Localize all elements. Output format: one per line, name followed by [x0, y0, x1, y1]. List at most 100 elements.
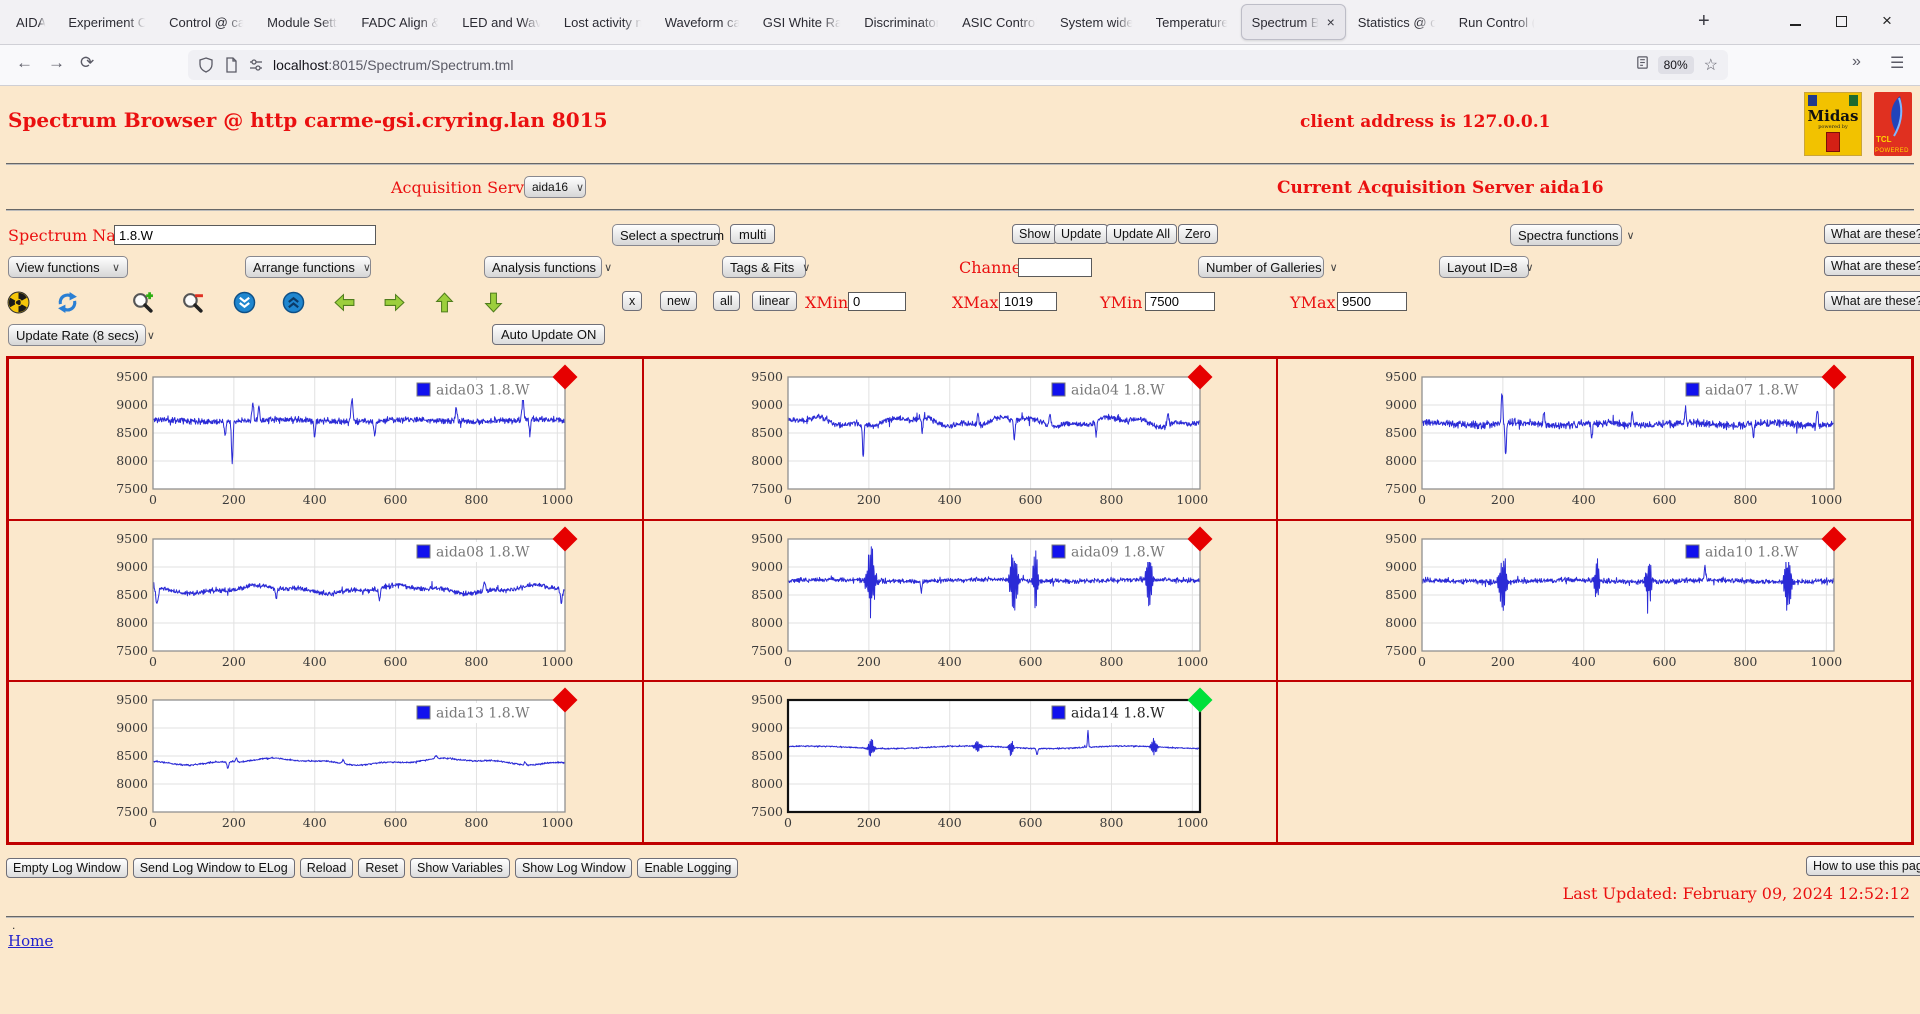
- radiation-icon[interactable]: [6, 290, 30, 314]
- pan-right-icon[interactable]: [382, 290, 406, 314]
- browser-tab[interactable]: Statistics @ c: [1348, 5, 1447, 39]
- what-are-these-button[interactable]: What are these?: [1824, 224, 1920, 244]
- number-of-galleries-dropdown[interactable]: Number of Galleries: [1198, 256, 1324, 278]
- back-button[interactable]: ←: [16, 53, 33, 73]
- reader-view-icon[interactable]: [1635, 55, 1650, 75]
- pan-down-icon[interactable]: [481, 290, 505, 314]
- browser-tab[interactable]: GSI White Ra: [753, 5, 852, 39]
- spectrum-cell[interactable]: 7500 8000 8500 9000 9500 0 200 400 600 800 1000 aid…: [642, 358, 1278, 520]
- window-minimize-button[interactable]: [1786, 12, 1804, 30]
- ymin-input[interactable]: [1145, 292, 1215, 311]
- xmin-input[interactable]: [848, 292, 906, 311]
- reload-button[interactable]: ⟳: [80, 53, 94, 73]
- spectrum-cell[interactable]: 7500 8000 8500 9000 9500 0 200 400 600 800 1000 aid…: [1277, 358, 1912, 520]
- select-spectrum-dropdown[interactable]: Select a spectrum: [612, 224, 724, 246]
- spectrum-cell[interactable]: 7500 8000 8500 9000 9500 0 200 400 600 800 1000 aid…: [1277, 519, 1912, 682]
- spectrum-plot-aida03[interactable]: 7500 8000 8500 9000 9500 0 200 400 600 800 1000 aid…: [113, 363, 593, 515]
- browser-tab[interactable]: AIDA: [6, 5, 56, 39]
- spectrum-plot-aida13[interactable]: 7500 8000 8500 9000 9500 0 200 400 600 800 1000 aid…: [113, 686, 593, 838]
- address-input[interactable]: localhost:8015/Spectrum/Spectrum.tml 80%…: [188, 50, 1728, 80]
- show-variables-button[interactable]: Show Variables: [410, 858, 510, 878]
- svg-text:8000: 8000: [751, 776, 783, 791]
- menu-hamburger-icon[interactable]: ☰: [1890, 53, 1904, 73]
- what-are-these-button[interactable]: What are these?: [1824, 256, 1920, 276]
- linear-button[interactable]: linear: [752, 291, 797, 311]
- browser-tab[interactable]: Spectrum B ×: [1240, 4, 1346, 40]
- shield-icon[interactable]: [198, 57, 214, 73]
- browser-tab[interactable]: LED and Wav: [452, 5, 552, 39]
- spectrum-plot-aida09[interactable]: 7500 8000 8500 9000 9500 0 200 400 600 800 1000 aid…: [748, 525, 1228, 677]
- zoom-out-icon[interactable]: [180, 290, 204, 314]
- spectrum-cell[interactable]: 7500 8000 8500 9000 9500 0 200 400 600 800 1000 aid…: [642, 519, 1278, 682]
- spectrum-plot-aida14[interactable]: 7500 8000 8500 9000 9500 0 200 400 600 800 1000 aid…: [748, 686, 1228, 838]
- zoom-in-icon[interactable]: [130, 290, 154, 314]
- spectra-functions-dropdown[interactable]: Spectra functions: [1510, 224, 1622, 246]
- overflow-chevrons-icon[interactable]: »: [1852, 53, 1861, 71]
- update-rate-dropdown[interactable]: Update Rate (8 secs): [8, 324, 146, 346]
- browser-tab[interactable]: System wide: [1050, 5, 1144, 39]
- collapse-y-icon[interactable]: [232, 290, 256, 314]
- acquisition-server-select[interactable]: aida16: [524, 176, 586, 198]
- browser-tab[interactable]: Temperature: [1146, 5, 1239, 39]
- tags-fits-dropdown[interactable]: Tags & Fits: [722, 256, 806, 278]
- how-to-use-button[interactable]: How to use this page: [1806, 856, 1920, 876]
- layout-id-dropdown[interactable]: Layout ID=8: [1439, 256, 1529, 278]
- window-maximize-button[interactable]: [1832, 12, 1850, 30]
- reset-button[interactable]: Reset: [358, 858, 405, 878]
- midas-shield-icon: [1808, 95, 1817, 106]
- expand-y-icon[interactable]: [281, 290, 305, 314]
- enable-logging-button[interactable]: Enable Logging: [637, 858, 739, 878]
- ymax-input[interactable]: [1337, 292, 1407, 311]
- x-axis-button[interactable]: x: [622, 291, 643, 311]
- bookmark-star-icon[interactable]: ☆: [1704, 55, 1718, 75]
- browser-tab[interactable]: Experiment C: [58, 5, 157, 39]
- spectrum-plot-aida07[interactable]: 7500 8000 8500 9000 9500 0 200 400 600 800 1000 aid…: [1382, 363, 1862, 515]
- zero-button[interactable]: Zero: [1178, 224, 1218, 244]
- new-button[interactable]: new: [660, 291, 697, 311]
- what-are-these-button[interactable]: What are these?: [1824, 291, 1920, 311]
- spectrum-plot-aida04[interactable]: 7500 8000 8500 9000 9500 0 200 400 600 800 1000 aid…: [748, 363, 1228, 515]
- window-close-button[interactable]: ×: [1878, 12, 1896, 30]
- zoom-level-chip[interactable]: 80%: [1657, 56, 1694, 74]
- pan-up-icon[interactable]: [432, 290, 456, 314]
- spectrum-cell[interactable]: 7500 8000 8500 9000 9500 0 200 400 600 800 1000 aid…: [642, 681, 1278, 843]
- update-button[interactable]: Update: [1054, 224, 1109, 244]
- all-button[interactable]: all: [713, 291, 740, 311]
- tab-close-icon[interactable]: ×: [1327, 15, 1335, 29]
- home-link[interactable]: Home: [8, 932, 53, 950]
- svg-text:9500: 9500: [751, 692, 783, 707]
- xmax-input[interactable]: [999, 292, 1057, 311]
- multi-button[interactable]: multi: [730, 224, 776, 244]
- page-info-icon[interactable]: [223, 57, 239, 73]
- channel-input[interactable]: [1018, 258, 1092, 277]
- send-log-window-to-elog-button[interactable]: Send Log Window to ELog: [132, 858, 295, 878]
- refresh-icon[interactable]: [55, 290, 79, 314]
- analysis-functions-dropdown[interactable]: Analysis functions: [484, 256, 602, 278]
- browser-tab[interactable]: Waveform ca: [655, 5, 751, 39]
- show-button[interactable]: Show: [1012, 224, 1058, 244]
- view-functions-dropdown[interactable]: View functions: [8, 256, 128, 278]
- empty-log-window-button[interactable]: Empty Log Window: [6, 858, 128, 878]
- permissions-icon[interactable]: [248, 57, 264, 73]
- spectrum-cell[interactable]: 7500 8000 8500 9000 9500 0 200 400 600 800 1000 aid…: [8, 519, 643, 682]
- browser-tab[interactable]: Run Control (: [1449, 5, 1546, 39]
- browser-tab[interactable]: Lost activity n: [554, 5, 653, 39]
- reload-button[interactable]: Reload: [299, 858, 354, 878]
- spectrum-plot-aida08[interactable]: 7500 8000 8500 9000 9500 0 200 400 600 800 1000 aid…: [113, 525, 593, 677]
- spectrum-plot-aida10[interactable]: 7500 8000 8500 9000 9500 0 200 400 600 800 1000 aid…: [1382, 525, 1862, 677]
- browser-tab[interactable]: Module Setti: [257, 5, 349, 39]
- pan-left-icon[interactable]: [332, 290, 356, 314]
- show-log-window-button[interactable]: Show Log Window: [514, 858, 633, 878]
- spectrum-cell[interactable]: 7500 8000 8500 9000 9500 0 200 400 600 800 1000 aid…: [8, 681, 643, 843]
- new-tab-button[interactable]: +: [1698, 10, 1710, 32]
- browser-tab[interactable]: Discriminator: [854, 5, 950, 39]
- arrange-functions-dropdown[interactable]: Arrange functions: [245, 256, 371, 278]
- spectrum-name-input[interactable]: [114, 225, 376, 245]
- update-all-button[interactable]: Update All: [1106, 224, 1177, 244]
- browser-tab[interactable]: Control @ ca: [159, 5, 255, 39]
- auto-update-button[interactable]: Auto Update ON: [492, 324, 606, 345]
- spectrum-cell[interactable]: 7500 8000 8500 9000 9500 0 200 400 600 800 1000 aid…: [8, 358, 643, 520]
- forward-button[interactable]: →: [48, 53, 65, 73]
- browser-tab[interactable]: FADC Align &: [351, 5, 450, 39]
- browser-tab[interactable]: ASIC Control: [952, 5, 1048, 39]
